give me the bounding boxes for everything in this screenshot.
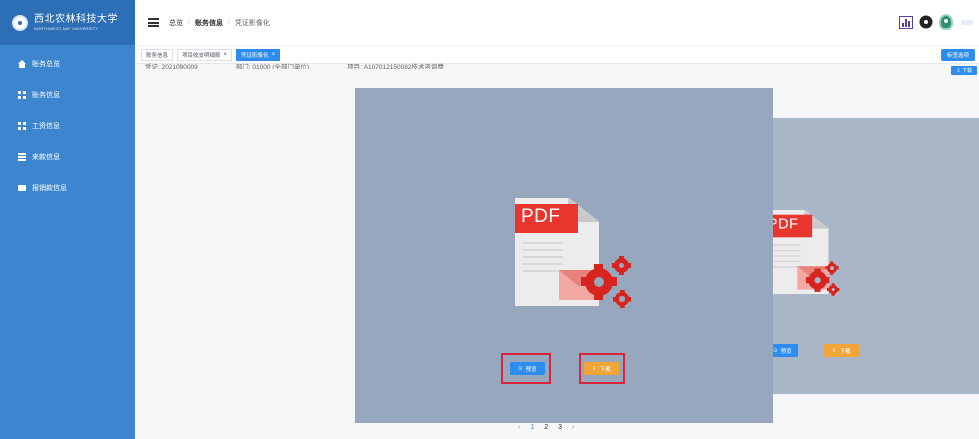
sidebar-item-account-info[interactable]: 账务信息 [0, 79, 135, 110]
sidebar-item-label: 账务信息 [32, 91, 60, 99]
next-page-button[interactable]: › [572, 424, 574, 431]
gear-icon[interactable] [921, 17, 931, 27]
chart-icon[interactable] [899, 15, 913, 29]
eye-icon: ⊙ [773, 347, 778, 354]
card-icon [18, 185, 26, 191]
gear-icon [825, 261, 839, 275]
prev-page-button[interactable]: ‹ [518, 424, 520, 431]
preview-label: 预览 [780, 348, 792, 355]
logo: 西北农林科技大学 NORTHWEST A&F UNIVERSITY [0, 0, 135, 45]
tag-label: 凭证影像化 [241, 52, 269, 59]
app-root: 西北农林科技大学 NORTHWEST A&F UNIVERSITY 账务总览 账… [0, 0, 979, 439]
info-project: 项目: A107012150082技术咨询费 [347, 64, 444, 69]
breadcrumb-separator: / [188, 19, 190, 26]
gear-icon [827, 283, 840, 296]
voucher-card-next: PDF ⊙ 预览 ⇩ 下载 [763, 118, 979, 394]
info-department: 部门: 01000 (全部门单位) [235, 64, 310, 69]
breadcrumb-home[interactable]: 总览 [169, 18, 183, 28]
breadcrumb-current: 凭证影像化 [234, 19, 270, 27]
sidebar-item-label: 账务总览 [32, 60, 60, 68]
user-menu-caret[interactable] [961, 19, 973, 25]
download-label: 下载 [839, 348, 851, 355]
page-3[interactable]: 3 [558, 424, 562, 431]
top-header: 总览 / 账务信息 / 凭证影像化 [135, 0, 979, 45]
sidebar-item-salary-info[interactable]: 工资信息 [0, 110, 135, 141]
logo-text: 西北农林科技大学 NORTHWEST A&F UNIVERSITY [34, 13, 118, 31]
download-highlight-box [579, 353, 625, 384]
header-actions [899, 14, 973, 30]
tag-voucher-imaging[interactable]: 凭证影像化 × [236, 48, 281, 61]
voucher-card: PDF ⊙ 预览 ⇩ 下载 [355, 88, 773, 423]
gear-icon [805, 268, 830, 293]
page-1[interactable]: 1 [530, 424, 534, 431]
info-voucher: 凭证: 2021090009 [145, 64, 198, 69]
gear-icon [581, 264, 617, 300]
main-content: 凭证: 2021090009 部门: 01000 (全部门单位) 项目: A10… [135, 64, 979, 439]
gear-icon [613, 290, 631, 308]
logo-cn: 西北农林科技大学 [34, 13, 118, 25]
page-2[interactable]: 2 [544, 424, 548, 431]
menu-toggle-icon[interactable] [148, 18, 159, 27]
tag-label: 项目收支明细账 [182, 52, 221, 59]
grid-icon [18, 121, 26, 130]
sidebar-item-label: 来款信息 [32, 153, 60, 161]
pagination: ‹ 1 2 3 › [518, 424, 574, 431]
home-icon [18, 59, 26, 68]
grid-icon [18, 90, 26, 99]
sidebar-item-incoming-funds[interactable]: 来款信息 [0, 141, 135, 172]
sidebar-item-account-overview[interactable]: 账务总览 [0, 48, 135, 79]
tag-account-info[interactable]: 账务信息 [141, 48, 174, 61]
avatar[interactable] [939, 14, 953, 30]
pdf-label: PDF [521, 206, 561, 227]
sidebar-menu: 账务总览 账务信息 工资信息 来款信息 报销款信息 [0, 48, 135, 203]
sidebar-item-reimbursement[interactable]: 报销款信息 [0, 172, 135, 203]
university-seal-icon [12, 14, 28, 31]
download-button[interactable]: ⇩ 下载 [824, 344, 859, 357]
tag-options-button[interactable]: 标签选项 [940, 49, 975, 61]
breadcrumb: 总览 / 账务信息 / 凭证影像化 [169, 18, 270, 28]
voucher-info: 凭证: 2021090009 部门: 01000 (全部门单位) 项目: A10… [145, 61, 444, 69]
breadcrumb-separator: / [227, 19, 230, 26]
close-icon[interactable]: × [224, 52, 228, 58]
tag-label: 账务信息 [146, 52, 169, 59]
breadcrumb-account-info[interactable]: 账务信息 [195, 18, 223, 28]
preview-highlight-box [501, 353, 551, 384]
sidebar-item-label: 工资信息 [32, 122, 60, 130]
sidebar-item-label: 报销款信息 [32, 184, 67, 192]
sidebar: 西北农林科技大学 NORTHWEST A&F UNIVERSITY 账务总览 账… [0, 0, 135, 439]
tag-project-ledger[interactable]: 项目收支明细账 × [177, 48, 233, 61]
download-all-button[interactable]: ⇩ 下载 [951, 66, 977, 75]
download-icon: ⇩ [832, 347, 837, 354]
gear-icon [611, 255, 632, 276]
close-icon[interactable]: × [272, 52, 276, 58]
list-icon [18, 152, 26, 161]
logo-en: NORTHWEST A&F UNIVERSITY [34, 25, 99, 31]
